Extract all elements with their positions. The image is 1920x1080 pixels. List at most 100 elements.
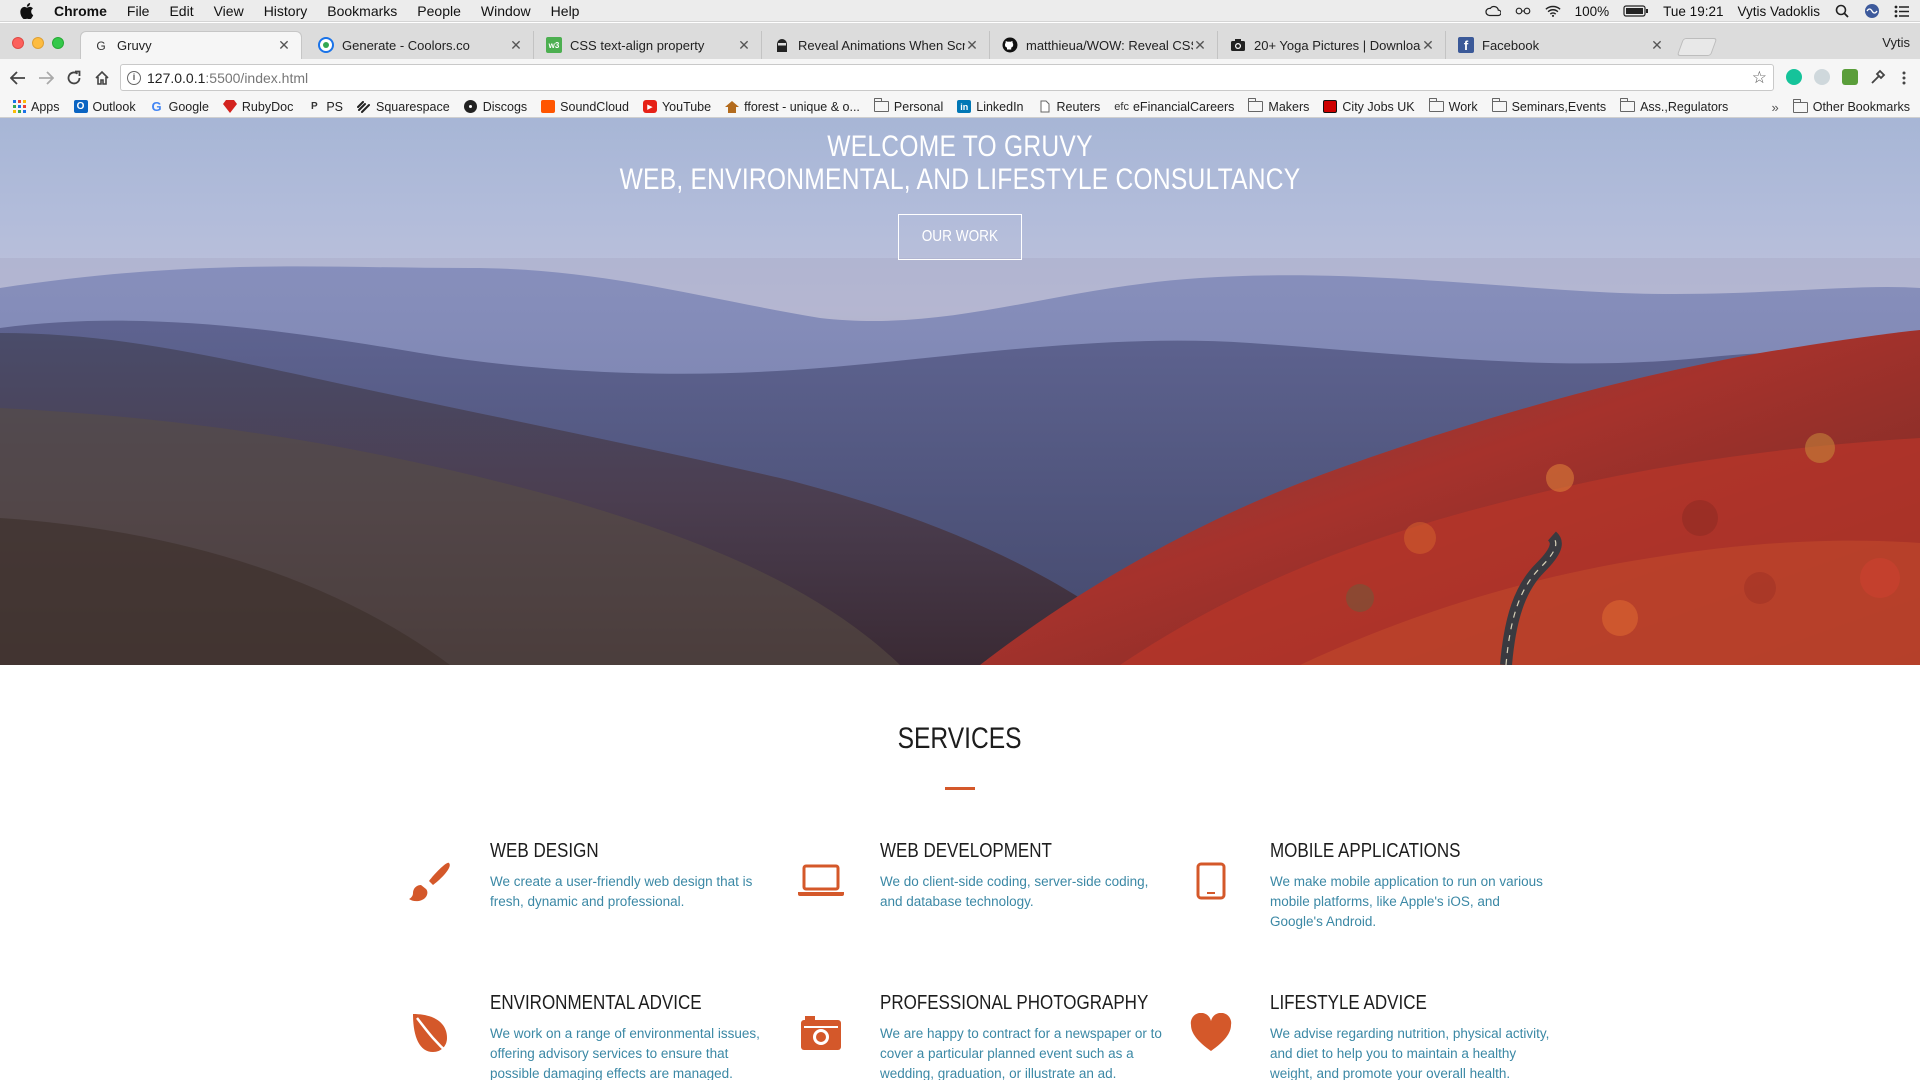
bookmarks-bar: Apps O Outlook G Google RubyDoc P PS Square… xyxy=(0,96,1920,118)
service-title: WEB DEVELOPMENT xyxy=(880,840,1082,863)
bookmark-youtube[interactable]: ▶ YouTube xyxy=(642,100,711,114)
bookmark-label: Personal xyxy=(893,99,944,114)
ruby-icon xyxy=(222,100,237,113)
service-description-line: and database technology. xyxy=(880,894,1034,909)
apple-menu-icon[interactable] xyxy=(20,2,38,19)
close-tab-icon[interactable]: ✕ xyxy=(737,37,751,54)
bookmark-linkedin[interactable]: in LinkedIn xyxy=(957,100,1024,114)
bookmark-folder-regulators[interactable]: Ass.,Regulators xyxy=(1620,98,1728,114)
hero-section: WELCOME TO GRUVY WEB, ENVIRONMENTAL, AND… xyxy=(0,118,1920,665)
menu-history[interactable]: History xyxy=(264,3,308,19)
bookmark-apps[interactable]: Apps xyxy=(12,100,60,114)
service-title-text: MOBILE APPLICATIONS xyxy=(1270,840,1461,862)
bookmark-folder-seminars[interactable]: Seminars,Events xyxy=(1491,98,1606,114)
bookmark-reuters[interactable]: Reuters xyxy=(1038,100,1100,114)
discogs-icon xyxy=(464,100,478,113)
close-tab-icon[interactable]: ✕ xyxy=(277,37,291,54)
google-icon: G xyxy=(151,99,162,114)
service-description: We advise regarding nutrition, physical … xyxy=(1270,1024,1614,1080)
chrome-menu-icon[interactable] xyxy=(1894,68,1914,88)
menubar-clock[interactable]: Tue 19:21 xyxy=(1663,4,1723,19)
address-bar[interactable]: i 127.0.0.1:5500/index.html ☆ xyxy=(120,64,1774,91)
menu-view[interactable]: View xyxy=(214,3,244,19)
other-bookmarks-folder[interactable]: Other Bookmarks xyxy=(1792,98,1910,114)
site-info-icon[interactable]: i xyxy=(127,70,141,85)
bookmark-ps[interactable]: P PS xyxy=(307,100,343,114)
skype-extension-icon[interactable] xyxy=(1814,69,1830,85)
bookmark-label: RubyDoc xyxy=(241,99,294,114)
css-extension-icon[interactable] xyxy=(1842,69,1858,85)
service-title: LIFESTYLE ADVICE xyxy=(1270,992,1455,1015)
bookmark-soundcloud[interactable]: SoundCloud xyxy=(541,100,629,114)
tab-reveal-animations[interactable]: Reveal Animations When Scro ✕ xyxy=(762,31,990,59)
tab-facebook[interactable]: f Facebook ✕ xyxy=(1446,31,1674,59)
our-work-button[interactable]: OUR WORK xyxy=(898,214,1022,260)
tab-wow-github[interactable]: matthieua/WOW: Reveal CSS a ✕ xyxy=(990,31,1218,59)
menu-bookmarks[interactable]: Bookmarks xyxy=(327,3,397,19)
outlook-icon: O xyxy=(73,100,88,113)
leaf-icon xyxy=(406,1008,456,1058)
creative-cloud-icon[interactable] xyxy=(1485,4,1501,18)
bookmark-efinancialcareers[interactable]: efc eFinancialCareers xyxy=(1114,100,1234,114)
bookmark-outlook[interactable]: O Outlook xyxy=(73,100,136,114)
close-tab-icon[interactable]: ✕ xyxy=(1650,37,1664,54)
close-tab-icon[interactable]: ✕ xyxy=(965,37,979,54)
menu-app-name[interactable]: Chrome xyxy=(54,3,107,19)
bookmark-label: Other Bookmarks xyxy=(1812,100,1910,114)
notification-center-icon[interactable] xyxy=(1894,4,1910,18)
tab-css-text-align[interactable]: w3 CSS text-align property ✕ xyxy=(534,31,762,59)
close-tab-icon[interactable]: ✕ xyxy=(1421,37,1435,54)
battery-icon[interactable] xyxy=(1623,4,1649,18)
linkedin-icon: in xyxy=(957,100,972,113)
eyedropper-extension-icon[interactable] xyxy=(1870,69,1886,85)
menu-help[interactable]: Help xyxy=(551,3,580,19)
github-icon xyxy=(1002,37,1018,53)
home-button[interactable] xyxy=(92,68,112,88)
macos-menu-bar: Chrome File Edit View History Bookmarks … xyxy=(0,0,1920,22)
menu-window[interactable]: Window xyxy=(481,3,531,19)
new-tab-button[interactable] xyxy=(1676,38,1718,56)
hero-line-2: WEB, ENVIRONMENTAL, AND LIFESTYLE CONSUL… xyxy=(619,163,1301,196)
close-tab-icon[interactable]: ✕ xyxy=(509,37,523,54)
bookmark-label: PS xyxy=(326,99,344,114)
bookmark-fforest[interactable]: fforest - unique & o... xyxy=(725,100,860,114)
facebook-icon: f xyxy=(1458,37,1474,53)
siri-icon[interactable] xyxy=(1864,4,1880,18)
tab-coolors[interactable]: Generate - Coolors.co ✕ xyxy=(306,31,534,59)
bookmark-google[interactable]: G Google xyxy=(150,99,209,114)
close-window-button[interactable] xyxy=(12,37,24,49)
forward-button[interactable] xyxy=(36,68,56,88)
spotlight-search-icon[interactable] xyxy=(1834,4,1850,18)
tab-yoga-pictures[interactable]: 20+ Yoga Pictures | Download ✕ xyxy=(1218,31,1446,59)
bookmark-discogs[interactable]: Discogs xyxy=(464,100,527,114)
glasses-icon[interactable] xyxy=(1515,4,1531,18)
menu-edit[interactable]: Edit xyxy=(169,3,193,19)
bookmark-folder-personal[interactable]: Personal xyxy=(873,98,944,114)
bookmark-cityjobs[interactable]: City Jobs UK xyxy=(1323,100,1415,114)
bookmark-squarespace[interactable]: Squarespace xyxy=(357,100,450,114)
profile-name[interactable]: Vytis xyxy=(1882,35,1910,50)
hero-heading: WELCOME TO GRUVY WEB, ENVIRONMENTAL, AND… xyxy=(0,130,1920,196)
service-description: We make mobile application to run on var… xyxy=(1270,872,1614,932)
bookmark-label: Makers xyxy=(1268,99,1310,114)
bookmark-folder-work[interactable]: Work xyxy=(1428,98,1478,114)
menu-people[interactable]: People xyxy=(417,3,461,19)
more-bookmarks-chevron-icon[interactable]: » xyxy=(1772,100,1779,115)
bookmark-label: Apps xyxy=(31,99,60,114)
menubar-user[interactable]: Vytis Vadoklis xyxy=(1737,4,1820,19)
bookmark-folder-makers[interactable]: Makers xyxy=(1248,98,1310,114)
back-button[interactable] xyxy=(8,68,28,88)
address-url[interactable]: 127.0.0.1:5500/index.html xyxy=(147,70,308,86)
close-tab-icon[interactable]: ✕ xyxy=(1193,37,1207,54)
menu-file[interactable]: File xyxy=(127,3,150,19)
wifi-icon[interactable] xyxy=(1545,4,1561,18)
bookmark-star-icon[interactable]: ☆ xyxy=(1752,68,1767,88)
minimize-window-button[interactable] xyxy=(32,37,44,49)
bookmark-rubydoc[interactable]: RubyDoc xyxy=(222,99,294,114)
grammarly-extension-icon[interactable] xyxy=(1786,69,1802,85)
efc-icon: efc xyxy=(1114,100,1129,113)
reload-button[interactable] xyxy=(64,68,84,88)
service-description: We are happy to contract for a newspaper… xyxy=(880,1024,1224,1080)
maximize-window-button[interactable] xyxy=(52,37,64,49)
tab-gruvy[interactable]: G Gruvy ✕ xyxy=(80,31,302,59)
